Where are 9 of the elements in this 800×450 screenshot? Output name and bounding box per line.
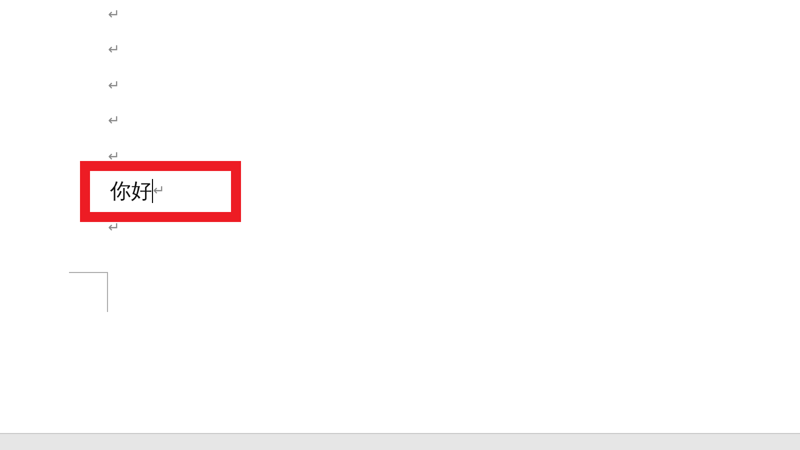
paragraph-text: 你好 (110, 179, 152, 204)
paragraph-mark: ↵ (108, 112, 120, 130)
paragraph-mark: ↵ (108, 218, 120, 237)
paragraph-mark: ↵ (108, 6, 120, 24)
margin-corner-mark (69, 272, 108, 312)
paragraph-mark: ↵ (108, 76, 120, 95)
paragraph-mark: ↵ (108, 148, 120, 166)
paragraph-mark: ↵ (153, 182, 165, 200)
paragraph-mark: ↵ (108, 41, 120, 60)
